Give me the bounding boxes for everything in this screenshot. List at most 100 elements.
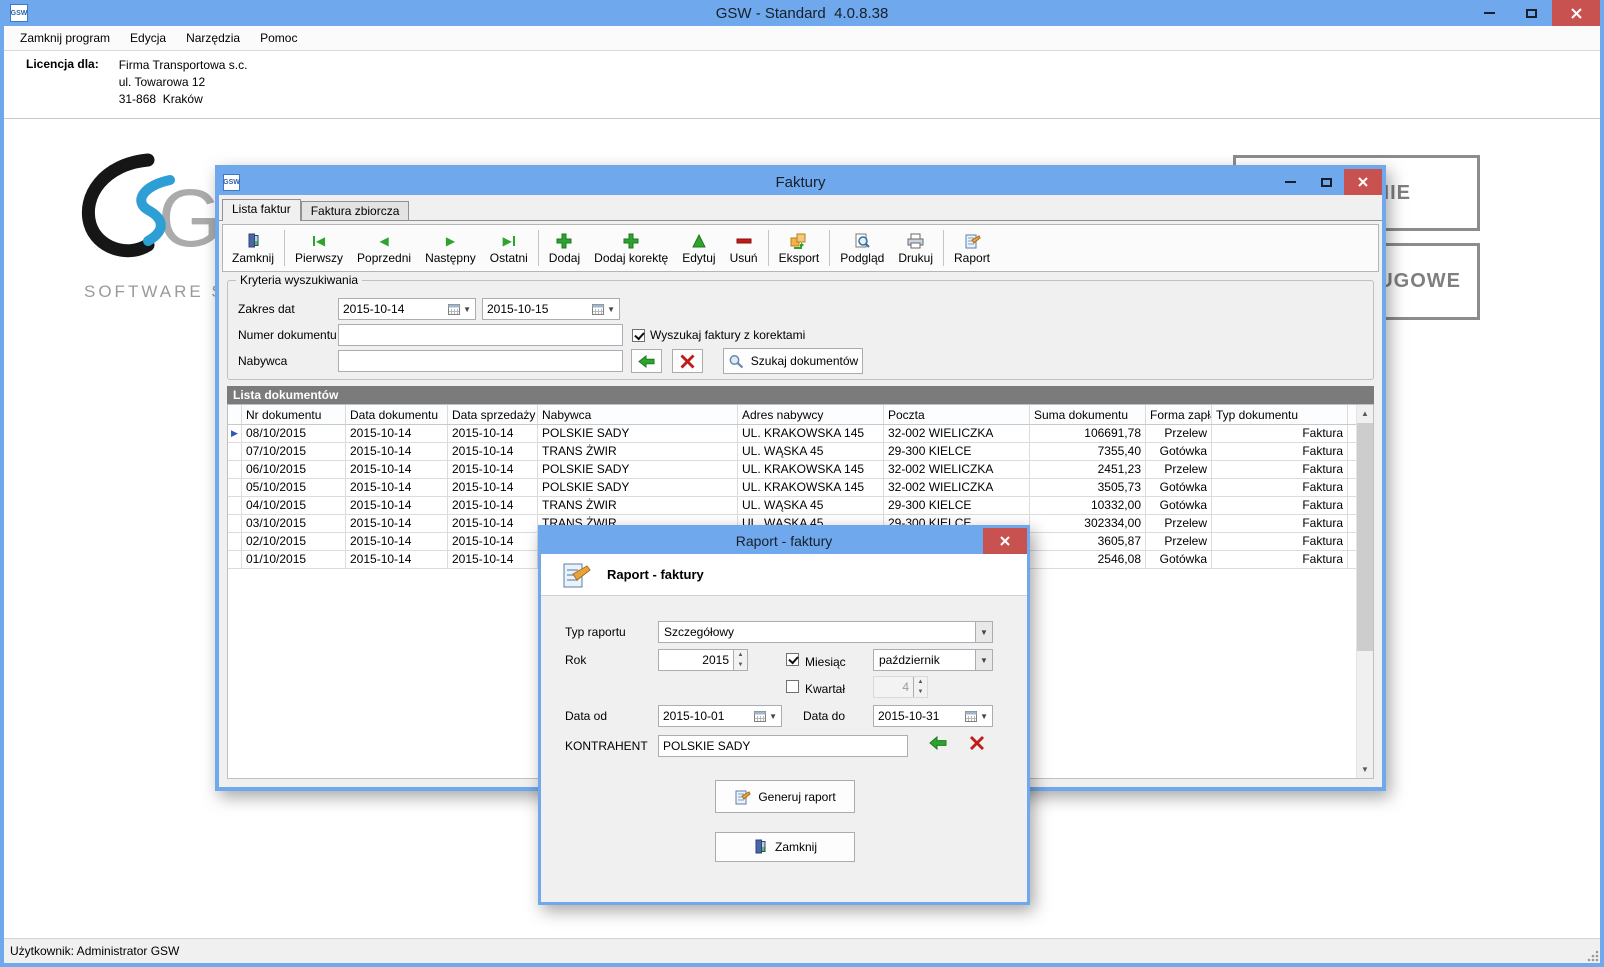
resize-grip[interactable] [1587,950,1599,962]
buyer-input[interactable] [338,350,623,372]
table-cell: 32-002 WIELICZKA [884,461,1030,478]
contractor-clear-button[interactable] [969,735,985,751]
spin-down-icon[interactable]: ▼ [914,687,927,697]
report-icon [734,789,751,805]
scroll-thumb[interactable] [1357,423,1373,651]
table-row[interactable]: 07/10/20152015-10-142015-10-14TRANS ŻWIR… [228,443,1356,461]
toolbar-button-raport[interactable]: Raport [947,227,997,269]
contractor-pick-button[interactable] [929,736,947,750]
dropdown-arrow-icon[interactable]: ▼ [460,305,471,314]
column-header[interactable]: Adres nabywcy [738,405,884,424]
generate-report-button[interactable]: Generuj raport [715,780,855,813]
toolbar-button-drukuj[interactable]: Drukuj [891,227,940,269]
table-cell: 7355,40 [1030,443,1146,460]
corrections-checkbox[interactable] [632,329,645,342]
table-cell: 32-002 WIELICZKA [884,425,1030,442]
contractor-input[interactable]: POLSKIE SADY [658,735,908,757]
buyer-clear-button[interactable] [672,349,703,373]
toolbar-button-dodaj[interactable]: Dodaj [542,227,587,269]
dropdown-arrow-icon[interactable]: ▼ [766,712,777,721]
search-documents-label: Szukaj dokumentów [751,354,858,368]
column-header[interactable]: Nr dokumentu [242,405,346,424]
toolbar-button-poprzedni[interactable]: ◀ Poprzedni [350,227,418,269]
scroll-up-icon[interactable]: ▲ [1357,405,1373,422]
toolbar-button-nastepny[interactable]: ▶ Następny [418,227,483,269]
faktury-minimize-button[interactable] [1272,169,1308,195]
faktury-maximize-button[interactable] [1308,169,1344,195]
month-select[interactable]: październik ▼ [873,649,993,671]
row-gutter [228,515,242,532]
dropdown-arrow-icon[interactable]: ▼ [977,712,988,721]
table-cell: UL. KRAKOWSKA 145 [738,461,884,478]
quarter-spinner[interactable]: 4 ▲▼ [873,676,928,698]
red-x-icon [969,735,985,751]
toolbar-button-usun[interactable]: Usuń [723,227,765,269]
column-header[interactable]: Typ dokumentu [1212,405,1348,424]
dropdown-arrow-icon[interactable]: ▼ [604,305,615,314]
table-cell: 2015-10-14 [448,533,538,550]
table-row[interactable]: ▶08/10/20152015-10-142015-10-14POLSKIE S… [228,425,1356,443]
dialog-close-action-button[interactable]: Zamknij [715,832,855,862]
toolbar-label: Następny [425,252,476,264]
column-header[interactable]: Nabywca [538,405,738,424]
toolbar-button-zamknij[interactable]: Zamknij [225,227,281,269]
table-cell: UL. WĄSKA 45 [738,497,884,514]
table-cell: 2015-10-14 [448,479,538,496]
table-cell: 3505,73 [1030,479,1146,496]
maximize-button[interactable] [1510,0,1552,26]
table-cell: UL. WĄSKA 45 [738,443,884,460]
month-checkbox[interactable] [786,653,799,666]
menu-narzedzia[interactable]: Narzędzia [176,28,250,48]
report-date-to-input[interactable]: 2015-10-31 ▼ [873,705,993,727]
toolbar-button-edytuj[interactable]: Edytuj [675,227,722,269]
column-header[interactable]: Suma dokumentu [1030,405,1146,424]
menu-zamknij-program[interactable]: Zamknij program [10,28,120,48]
table-vertical-scrollbar[interactable]: ▲ ▼ [1356,405,1373,778]
date-from-input[interactable]: 2015-10-14 ▼ [338,298,476,320]
column-header[interactable]: Poczta [884,405,1030,424]
tab-faktura-zbiorcza[interactable]: Faktura zbiorcza [301,201,410,220]
table-cell: Faktura [1212,551,1348,568]
report-type-select[interactable]: Szczegółowy ▼ [658,621,993,643]
column-header[interactable]: Forma zapłaty [1146,405,1212,424]
table-row[interactable]: 06/10/20152015-10-142015-10-14POLSKIE SA… [228,461,1356,479]
close-icon [999,535,1011,547]
search-criteria-legend: Kryteria wyszukiwania [236,273,362,287]
toolbar-button-dodaj-korekte[interactable]: Dodaj korektę [587,227,675,269]
table-row[interactable]: 05/10/20152015-10-142015-10-14POLSKIE SA… [228,479,1356,497]
search-documents-button[interactable]: Szukaj dokumentów [723,348,863,374]
date-to-label: Data do [803,709,845,723]
table-cell: Faktura [1212,515,1348,532]
dropdown-arrow-icon[interactable]: ▼ [975,622,992,642]
table-row[interactable]: 04/10/20152015-10-142015-10-14TRANS ŻWIR… [228,497,1356,515]
tab-lista-faktur[interactable]: Lista faktur [222,199,301,221]
spin-down-icon[interactable]: ▼ [734,660,747,670]
menu-edycja[interactable]: Edycja [120,28,176,48]
spin-up-icon[interactable]: ▲ [734,650,747,660]
toolbar-button-eksport[interactable]: Eksport [772,227,827,269]
minimize-button[interactable] [1468,0,1510,26]
table-cell: Faktura [1212,497,1348,514]
column-header[interactable]: Data sprzedaży [448,405,538,424]
document-number-input[interactable] [338,324,623,346]
toolbar-button-podglad[interactable]: Podgląd [833,227,891,269]
scroll-down-icon[interactable]: ▼ [1357,761,1373,778]
dropdown-arrow-icon[interactable]: ▼ [975,650,992,670]
spin-up-icon[interactable]: ▲ [914,677,927,687]
toolbar-button-pierwszy[interactable]: ◀ Pierwszy [288,227,350,269]
report-icon [964,233,981,250]
scroll-track[interactable] [1357,422,1373,761]
close-button[interactable] [1552,0,1600,26]
quarter-checkbox[interactable] [786,680,799,693]
faktury-close-button[interactable] [1344,169,1382,195]
table-cell: 29-300 KIELCE [884,443,1030,460]
toolbar-button-ostatni[interactable]: ▶ Ostatni [483,227,535,269]
menu-pomoc[interactable]: Pomoc [250,28,307,48]
report-date-from-input[interactable]: 2015-10-01 ▼ [658,705,782,727]
report-dialog-close-button[interactable] [983,528,1027,554]
buyer-pick-button[interactable] [631,349,662,373]
column-header[interactable]: Data dokumentu [346,405,448,424]
date-to-input[interactable]: 2015-10-15 ▼ [482,298,620,320]
status-user: Użytkownik: Administrator GSW [10,944,179,958]
year-spinner[interactable]: 2015 ▲▼ [658,649,748,671]
